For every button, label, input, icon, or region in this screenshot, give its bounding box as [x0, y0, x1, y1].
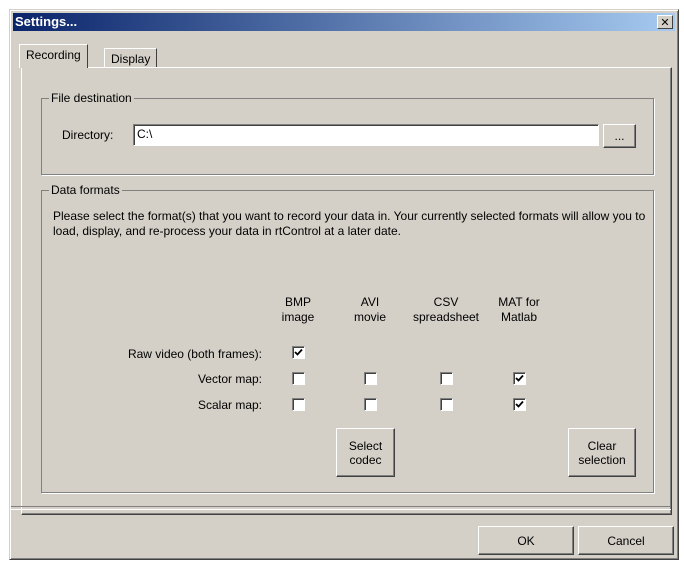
close-icon: ✕	[660, 16, 670, 29]
checkbox-scalar-map-csv[interactable]	[440, 398, 453, 411]
directory-label: Directory:	[62, 128, 114, 142]
directory-input[interactable]: C:\	[133, 124, 599, 146]
checkbox-vector-map-mat[interactable]	[513, 372, 526, 385]
clear-selection-line2: selection	[578, 452, 626, 467]
checkbox-vector-map-csv[interactable]	[440, 372, 453, 385]
tab-display-label: Display	[111, 52, 151, 66]
cancel-button[interactable]: Cancel	[578, 526, 674, 555]
tab-display[interactable]: Display	[104, 48, 158, 68]
checkbox-raw-video-bmp[interactable]	[292, 346, 305, 359]
row-label-scalar-map: Scalar map:	[197, 398, 262, 412]
tab-recording[interactable]: Recording	[19, 44, 88, 68]
checkbox-scalar-map-bmp[interactable]	[292, 398, 305, 411]
ok-button[interactable]: OK	[478, 526, 574, 555]
checkbox-scalar-map-mat[interactable]	[513, 398, 526, 411]
column-header-mat-line1: MAT for	[498, 295, 540, 309]
file-destination-legend: File destination	[49, 91, 134, 105]
select-codec-line2: codec	[349, 452, 382, 467]
checkmark-icon	[515, 374, 524, 382]
column-header-mat-line2: Matlab	[500, 310, 538, 324]
data-formats-legend: Data formats	[49, 183, 122, 197]
checkmark-icon	[515, 400, 524, 408]
title-bar[interactable]: Settings... ✕	[13, 13, 675, 31]
cancel-button-label: Cancel	[607, 533, 645, 548]
tab-recording-label: Recording	[26, 48, 81, 62]
clear-selection-line1: Clear	[587, 438, 617, 453]
data-formats-description: Please select the format(s) that you wan…	[53, 209, 646, 238]
checkmark-icon	[294, 348, 303, 356]
row-label-raw-video: Raw video (both frames):	[127, 347, 262, 361]
checkbox-vector-map-bmp[interactable]	[292, 372, 305, 385]
footer-separator	[11, 506, 671, 510]
close-button[interactable]: ✕	[657, 15, 673, 29]
ok-button-label: OK	[517, 533, 535, 548]
browse-button[interactable]: ...	[603, 124, 636, 148]
dialog-title: Settings...	[15, 14, 78, 29]
checkbox-vector-map-avi[interactable]	[364, 372, 377, 385]
checkbox-scalar-map-avi[interactable]	[364, 398, 377, 411]
select-codec-line1: Select	[348, 438, 383, 453]
browse-button-label: ...	[614, 129, 625, 143]
clear-selection-button[interactable]: Clear selection	[568, 428, 636, 477]
select-codec-button[interactable]: Select codec	[336, 428, 395, 477]
row-label-vector-map: Vector map:	[197, 372, 262, 386]
column-header-mat: MAT for Matlab	[474, 295, 564, 325]
